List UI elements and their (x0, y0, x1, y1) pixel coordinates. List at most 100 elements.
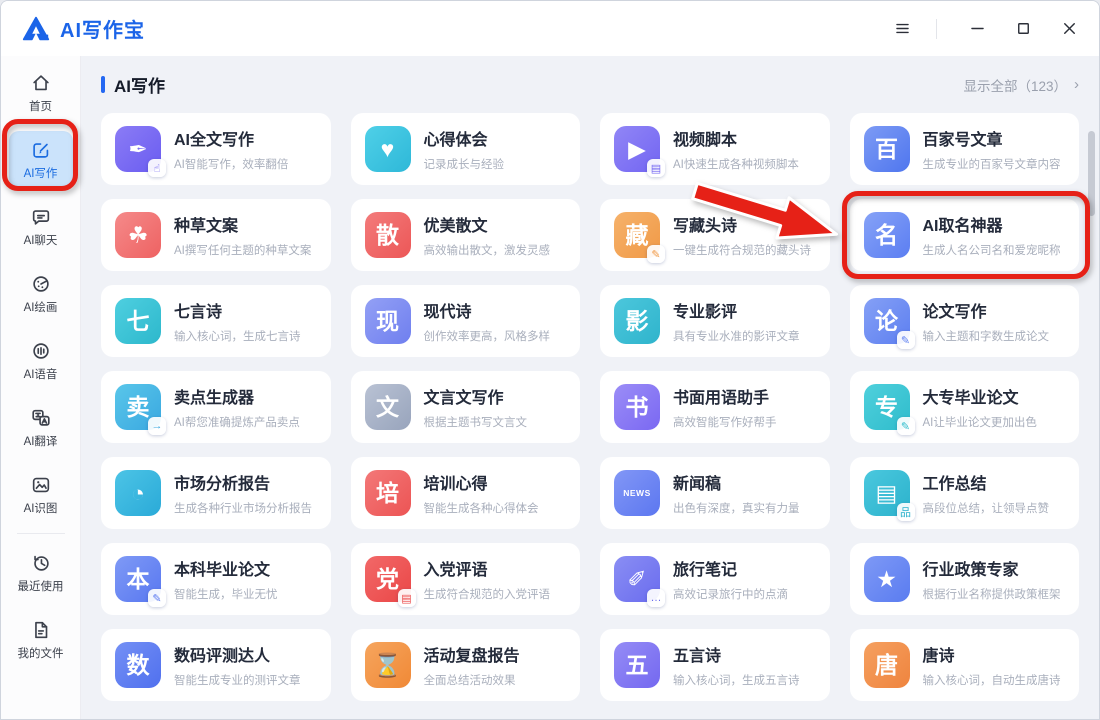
sidebar-item-ai-voice[interactable]: AI语音 (9, 332, 73, 389)
card-seeding-copy[interactable]: ☘ 种草文案 AI撰写任何主题的种草文案 (101, 199, 331, 271)
icon-badge: ☝ (148, 159, 166, 177)
card-experience-notes[interactable]: ♥ 心得体会 记录成长与经验 (351, 113, 581, 185)
maximize-button[interactable] (1003, 12, 1043, 46)
card-subtitle: 记录成长与经验 (424, 156, 505, 172)
card-title: 文言文写作 (424, 384, 528, 408)
card-bachelor-thesis[interactable]: 本✎ 本科毕业论文 智能生成，毕业无忧 (101, 543, 331, 615)
card-acrostic-poem[interactable]: 藏✎ 写藏头诗 一键生成符合规范的藏头诗 (600, 199, 830, 271)
prose-icon: 散 (365, 212, 411, 258)
card-subtitle: 输入主题和字数生成论文 (923, 328, 1050, 344)
card-classical-chinese[interactable]: 文 文言文写作 根据主题书写文言文 (351, 371, 581, 443)
card-digital-review[interactable]: 数 数码评测达人 智能生成专业的测评文章 (101, 629, 331, 701)
card-subtitle: AI帮您准确提炼产品卖点 (174, 414, 300, 430)
card-subtitle: 具有专业水准的影评文章 (673, 328, 800, 344)
logo-area: AI写作宝 (21, 14, 145, 44)
icon-badge: ✎ (897, 417, 915, 435)
content-header: AI写作 显示全部（123） › (101, 56, 1079, 113)
app-title: AI写作宝 (60, 14, 145, 43)
card-title: 种草文案 (174, 212, 311, 236)
fulltext-writing-icon: ✒☝ (115, 126, 161, 172)
sidebar-item-label: 我的文件 (18, 645, 64, 661)
paint-icon (30, 273, 52, 295)
card-formal-writing[interactable]: 书 书面用语助手 高效智能写作好帮手 (600, 371, 830, 443)
card-subtitle: AI智能写作，效率翻倍 (174, 156, 288, 172)
sidebar-item-recent[interactable]: 最近使用 (9, 544, 73, 601)
modern-poem-icon: 现 (365, 298, 411, 344)
acrostic-poem-icon: 藏✎ (614, 212, 660, 258)
market-report-icon: ◔ (115, 470, 161, 516)
minimize-button[interactable] (957, 12, 997, 46)
titlebar: AI写作宝 (1, 1, 1099, 56)
card-title: 五言诗 (673, 642, 800, 666)
sidebar-item-ai-chat[interactable]: AI聊天 (9, 198, 73, 255)
controls-divider (936, 19, 937, 39)
card-training-notes[interactable]: 培 培训心得 智能生成各种心得体会 (351, 457, 581, 529)
party-review-icon: 党▤ (365, 556, 411, 602)
card-work-summary[interactable]: ▤品 工作总结 高段位总结，让领导点赞 (850, 457, 1080, 529)
menu-button[interactable] (882, 12, 922, 46)
card-title: 心得体会 (424, 126, 505, 150)
logo-icon (21, 14, 51, 44)
app-window: AI写作宝 首页 AI写作 AI聊天 AI绘画 AI语音 AI翻译 AI识图 最… (0, 0, 1100, 720)
icon-badge: 品 (897, 503, 915, 521)
card-wuyan-poem[interactable]: 五 五言诗 输入核心词，生成五言诗 (600, 629, 830, 701)
scrollbar-thumb[interactable] (1088, 131, 1095, 216)
card-title: 工作总结 (923, 470, 1050, 494)
card-ai-naming[interactable]: 名 AI取名神器 生成人名公司名和爱宠昵称 (850, 199, 1080, 271)
card-thesis-writing[interactable]: 论✎ 论文写作 输入主题和字数生成论文 (850, 285, 1080, 357)
image-icon (30, 474, 52, 496)
card-title: AI取名神器 (923, 212, 1061, 236)
card-film-review[interactable]: 影 专业影评 具有专业水准的影评文章 (600, 285, 830, 357)
card-qiyan-poem[interactable]: 七 七言诗 输入核心词，生成七言诗 (101, 285, 331, 357)
sidebar-item-label: AI翻译 (24, 433, 58, 449)
card-selling-point[interactable]: 卖→ 卖点生成器 AI帮您准确提炼产品卖点 (101, 371, 331, 443)
card-subtitle: 出色有深度，真实有力量 (673, 500, 800, 516)
card-modern-poem[interactable]: 现 现代诗 创作效率更高，风格多样 (351, 285, 581, 357)
icon-badge: ▤ (647, 159, 665, 177)
sidebar-item-ai-paint[interactable]: AI绘画 (9, 265, 73, 322)
card-title: 旅行笔记 (673, 556, 788, 580)
card-subtitle: 根据行业名称提供政策框架 (923, 586, 1061, 602)
card-subtitle: 智能生成各种心得体会 (424, 500, 539, 516)
card-college-thesis[interactable]: 专✎ 大专毕业论文 AI让毕业论文更加出色 (850, 371, 1080, 443)
icon-badge: ✎ (647, 245, 665, 263)
maximize-icon (1014, 19, 1033, 38)
show-all-link[interactable]: 显示全部（123） › (963, 75, 1079, 95)
card-fulltext-writing[interactable]: ✒☝ AI全文写作 AI智能写作，效率翻倍 (101, 113, 331, 185)
card-title: 唐诗 (923, 642, 1061, 666)
card-activity-review[interactable]: ⌛ 活动复盘报告 全面总结活动效果 (351, 629, 581, 701)
card-travel-notes[interactable]: ✐… 旅行笔记 高效记录旅行中的点滴 (600, 543, 830, 615)
card-prose[interactable]: 散 优美散文 高效输出散文，激发灵感 (351, 199, 581, 271)
card-market-report[interactable]: ◔ 市场分析报告 生成各种行业市场分析报告 (101, 457, 331, 529)
thesis-writing-icon: 论✎ (864, 298, 910, 344)
card-subtitle: 生成符合规范的入党评语 (424, 586, 551, 602)
card-baijiahao-article[interactable]: 百 百家号文章 生成专业的百家号文章内容 (850, 113, 1080, 185)
card-policy-expert[interactable]: ★ 行业政策专家 根据行业名称提供政策框架 (850, 543, 1080, 615)
sidebar-item-label: AI绘画 (24, 299, 58, 315)
icon-badge: ✎ (897, 331, 915, 349)
sidebar-item-ai-translate[interactable]: AI翻译 (9, 399, 73, 456)
close-button[interactable] (1049, 12, 1089, 46)
minimize-icon (968, 19, 987, 38)
card-subtitle: 输入核心词，生成五言诗 (673, 672, 800, 688)
card-title: 活动复盘报告 (424, 642, 520, 666)
classical-chinese-icon: 文 (365, 384, 411, 430)
sidebar-item-home[interactable]: 首页 (9, 64, 73, 121)
card-subtitle: AI让毕业论文更加出色 (923, 414, 1037, 430)
card-title: 论文写作 (923, 298, 1050, 322)
card-video-script[interactable]: ▶▤ 视频脚本 AI快速生成各种视频脚本 (600, 113, 830, 185)
card-party-review[interactable]: 党▤ 入党评语 生成符合规范的入党评语 (351, 543, 581, 615)
card-subtitle: 智能生成专业的测评文章 (174, 672, 301, 688)
card-tang-poem[interactable]: 唐 唐诗 输入核心词，自动生成唐诗 (850, 629, 1080, 701)
page-title: AI写作 (114, 72, 165, 97)
bachelor-thesis-icon: 本✎ (115, 556, 161, 602)
chat-icon (30, 206, 52, 228)
sidebar-item-ai-image[interactable]: AI识图 (9, 466, 73, 523)
sidebar-item-ai-writing[interactable]: AI写作 (9, 131, 73, 188)
icon-badge: ✎ (148, 589, 166, 607)
sidebar-item-my-files[interactable]: 我的文件 (9, 611, 73, 668)
home-icon (30, 72, 52, 94)
card-press-release[interactable]: NEWS 新闻稿 出色有深度，真实有力量 (600, 457, 830, 529)
card-subtitle: AI撰写任何主题的种草文案 (174, 242, 311, 258)
icon-badge: … (647, 589, 665, 607)
